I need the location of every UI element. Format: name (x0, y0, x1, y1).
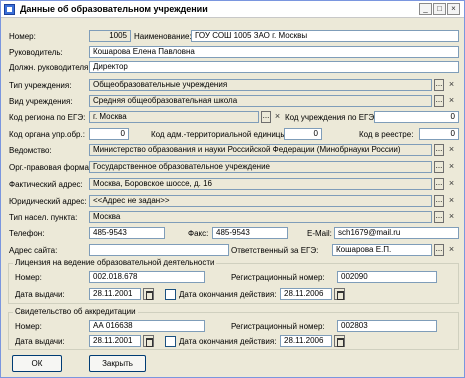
accreditation-reg-field[interactable]: 002803 (337, 320, 437, 332)
license-nomer-label: Номер: (15, 273, 42, 282)
vid-select-button[interactable]: ... (434, 95, 444, 107)
license-data-field[interactable]: 28.11.2001 (89, 288, 141, 300)
adres-saita-label: Адрес сайта: (9, 246, 58, 255)
ok-button[interactable]: ОК (12, 355, 62, 372)
kod-regiona-label: Код региона по ЕГЭ: (9, 113, 86, 122)
org-forma-clear-button[interactable]: × (447, 161, 456, 173)
rukovoditel-label: Руководитель: (9, 48, 63, 57)
kod-organa-field[interactable]: 0 (89, 128, 129, 140)
accreditation-group-title: Свидетельство об аккредитации (13, 307, 138, 317)
accreditation-end-field[interactable]: 28.11.2006 (280, 335, 332, 347)
license-end-calendar-icon[interactable] (334, 288, 345, 300)
faks-field[interactable]: 485-9543 (212, 227, 288, 239)
accreditation-nomer-field[interactable]: АА 016638 (89, 320, 205, 332)
license-nomer-field[interactable]: 002.018.678 (89, 271, 205, 283)
otvetstvenny-field[interactable]: Кошарова Е.П. (332, 244, 432, 256)
adres-saita-field[interactable] (89, 244, 229, 256)
kod-adm-label: Код адм.-территориальной единицы: (151, 130, 289, 139)
fakt-adres-field[interactable]: Москва, Боровское шоссе, д. 16 (89, 178, 432, 190)
nomer-label: Номер: (9, 32, 36, 41)
close-window-button[interactable]: × (447, 3, 460, 15)
tip-label: Тип учреждения: (9, 81, 72, 90)
naimenovanie-label: Наименование: (134, 32, 192, 41)
faks-label: Факс: (188, 229, 209, 238)
accreditation-reg-label: Регистрационный номер: (231, 322, 325, 331)
org-forma-label: Орг.-правовая форма: (9, 163, 92, 172)
close-button[interactable]: Закрыть (89, 355, 146, 372)
title-bar[interactable]: Данные об образовательном учреждении _ □… (1, 1, 464, 18)
accreditation-nomer-label: Номер: (15, 322, 42, 331)
kod-regiona-select-button[interactable]: ... (261, 111, 271, 123)
kod-uchrezhdeniya-field[interactable]: 0 (374, 111, 459, 123)
accreditation-data-field[interactable]: 28.11.2001 (89, 335, 141, 347)
vid-field[interactable]: Средняя общеобразовательная школа (89, 95, 432, 107)
yur-adres-clear-button[interactable]: × (447, 195, 456, 207)
dolzhn-label: Должн. руководителя: (9, 63, 91, 72)
email-label: E-Mail: (307, 229, 332, 238)
tip-select-button[interactable]: ... (434, 79, 444, 91)
license-reg-field[interactable]: 002090 (337, 271, 437, 283)
telefon-label: Телефон: (9, 229, 45, 238)
tip-nasel-select-button[interactable]: ... (434, 211, 444, 223)
license-reg-label: Регистрационный номер: (231, 273, 325, 282)
fakt-adres-label: Фактический адрес: (9, 180, 83, 189)
dolzhn-field[interactable]: Директор (89, 61, 459, 73)
yur-adres-field[interactable]: <<Адрес не задан>> (89, 195, 432, 207)
license-end-field[interactable]: 28.11.2006 (280, 288, 332, 300)
tip-clear-button[interactable]: × (447, 79, 456, 91)
kod-reestr-label: Код в реестре: (359, 130, 414, 139)
otvetstvenny-label: Ответственный за ЕГЭ: (231, 246, 319, 255)
naimenovanie-field[interactable]: ГОУ СОШ 1005 ЗАО г. Москвы (191, 30, 459, 42)
org-forma-select-button[interactable]: ... (434, 161, 444, 173)
email-field[interactable]: sch1679@mail.ru (334, 227, 459, 239)
vid-label: Вид учреждения: (9, 97, 73, 106)
maximize-button[interactable]: □ (433, 3, 446, 15)
otvetstvenny-select-button[interactable]: ... (434, 244, 444, 256)
vedomstvo-field[interactable]: Министерство образования и науки Российс… (89, 144, 432, 156)
license-data-label: Дата выдачи: (15, 290, 65, 299)
telefon-field[interactable]: 485-9543 (89, 227, 165, 239)
rukovoditel-field[interactable]: Кошарова Елена Павловна (89, 46, 459, 58)
accreditation-data-calendar-icon[interactable] (143, 335, 154, 347)
yur-adres-select-button[interactable]: ... (434, 195, 444, 207)
accreditation-end-checkbox[interactable] (165, 336, 176, 347)
kod-regiona-clear-button[interactable]: × (273, 111, 282, 123)
kod-adm-field[interactable]: 0 (284, 128, 322, 140)
otvetstvenny-clear-button[interactable]: × (447, 244, 456, 256)
tip-nasel-field[interactable]: Москва (89, 211, 432, 223)
accreditation-data-label: Дата выдачи: (15, 337, 65, 346)
license-group-title: Лицензия на ведение образовательной деят… (13, 258, 217, 268)
window-app-icon (4, 4, 15, 15)
accreditation-end-calendar-icon[interactable] (334, 335, 345, 347)
fakt-adres-select-button[interactable]: ... (434, 178, 444, 190)
nomer-field[interactable]: 1005 (89, 30, 131, 42)
license-end-label: Дата окончания действия: (179, 290, 277, 299)
vid-clear-button[interactable]: × (447, 95, 456, 107)
tip-nasel-clear-button[interactable]: × (447, 211, 456, 223)
kod-regiona-field[interactable]: г. Москва (89, 111, 259, 123)
kod-reestr-field[interactable]: 0 (419, 128, 459, 140)
kod-organa-label: Код органа упр.обр.: (9, 130, 85, 139)
org-forma-field[interactable]: Государственное образовательное учрежден… (89, 161, 432, 173)
vedomstvo-clear-button[interactable]: × (447, 144, 456, 156)
window-title: Данные об образовательном учреждении (20, 4, 208, 14)
tip-field[interactable]: Общеобразовательные учреждения (89, 79, 432, 91)
kod-uchrezhdeniya-label: Код учреждения по ЕГЭ: (285, 113, 377, 122)
license-end-checkbox[interactable] (165, 289, 176, 300)
license-data-calendar-icon[interactable] (143, 288, 154, 300)
vedomstvo-label: Ведомство: (9, 146, 52, 155)
minimize-button[interactable]: _ (419, 3, 432, 15)
fakt-adres-clear-button[interactable]: × (447, 178, 456, 190)
dialog-window: Данные об образовательном учреждении _ □… (0, 0, 465, 378)
yur-adres-label: Юридический адрес: (9, 197, 87, 206)
tip-nasel-label: Тип насел. пункта: (9, 213, 78, 222)
accreditation-end-label: Дата окончания действия: (179, 337, 277, 346)
vedomstvo-select-button[interactable]: ... (434, 144, 444, 156)
